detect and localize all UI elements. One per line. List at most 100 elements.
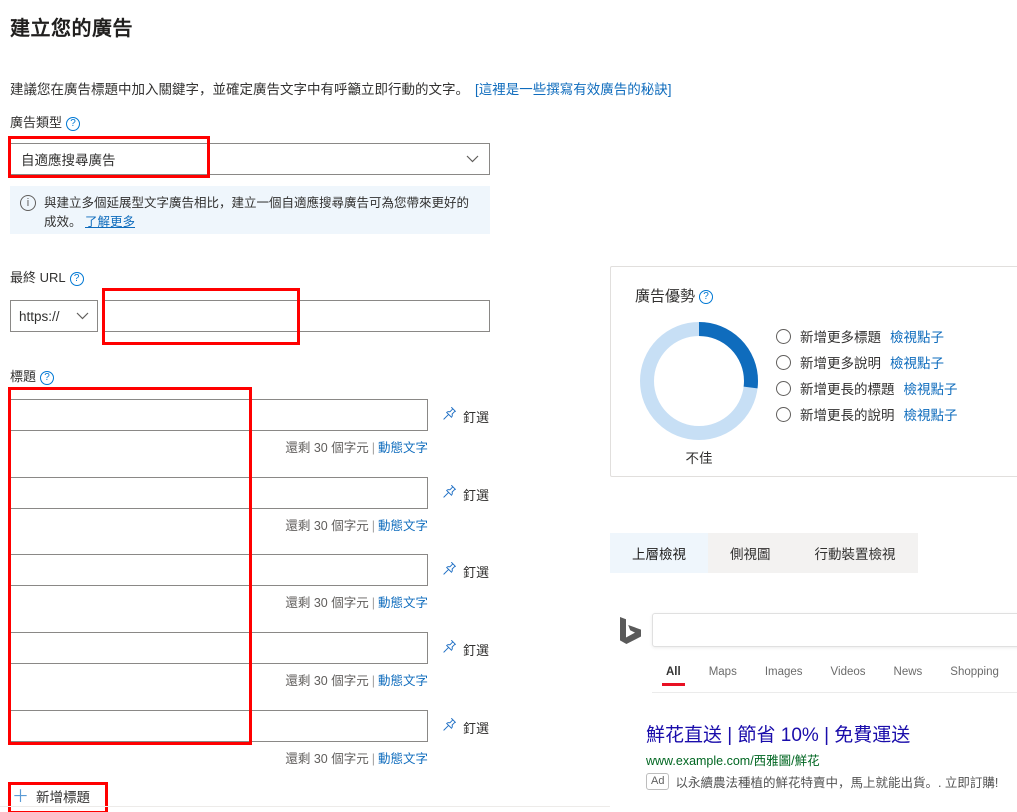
chevron-down-icon <box>76 309 89 323</box>
view-ideas-link[interactable]: 檢視點子 <box>890 352 944 372</box>
info-banner-text-wrap: 與建立多個延展型文字廣告相比，建立一個自適應搜尋廣告可為您帶來更好的成效。 了解… <box>44 194 480 226</box>
char-counter: 還剩 30 個字元 <box>285 674 368 688</box>
final-url-label-text: 最終 URL <box>10 270 66 285</box>
ad-preview-url: www.example.com/西雅圖/鮮花 <box>646 750 820 769</box>
intro-text-row: 建議您在廣告標題中加入關鍵字，並確定廣告文字中有呼籲立即行動的文字。 [這裡是一些… <box>10 78 672 98</box>
url-protocol-value: https:// <box>19 309 60 324</box>
headline-input-5[interactable] <box>10 710 428 742</box>
chevron-down-icon <box>466 152 479 166</box>
intro-text: 建議您在廣告標題中加入關鍵字，並確定廣告文字中有呼籲立即行動的文字。 <box>10 82 469 97</box>
pin-headline-4-button[interactable]: 釘選 <box>442 639 489 659</box>
suggestion-item[interactable]: 新增更長的標題 檢視點子 <box>776 375 958 401</box>
suggestion-item[interactable]: 新增更多標題 檢視點子 <box>776 323 958 349</box>
pin-icon <box>442 561 457 581</box>
pin-icon <box>442 406 457 426</box>
serp-nav-shopping[interactable]: Shopping <box>936 666 1013 686</box>
section-divider <box>0 806 610 807</box>
radio-unchecked-icon[interactable] <box>776 381 791 396</box>
url-protocol-dropdown[interactable]: https:// <box>10 300 98 332</box>
serp-nav-separator: | <box>1013 666 1017 686</box>
ad-creation-page: 建立您的廣告 建議您在廣告標題中加入關鍵字，並確定廣告文字中有呼籲立即行動的文字… <box>0 0 1017 812</box>
pin-headline-5-button[interactable]: 釘選 <box>442 717 489 737</box>
serp-nav-videos[interactable]: Videos <box>817 666 880 686</box>
suggestion-item[interactable]: 新增更多說明 檢視點子 <box>776 349 958 375</box>
headline-meta-3: 還剩 30 個字元|動態文字 <box>285 592 428 611</box>
ad-badge: Ad <box>646 773 669 790</box>
meta-separator: | <box>372 674 375 688</box>
dynamic-text-link[interactable]: 動態文字 <box>378 519 428 533</box>
dynamic-text-link[interactable]: 動態文字 <box>378 752 428 766</box>
pin-headline-1-button[interactable]: 釘選 <box>442 406 489 426</box>
question-mark-icon[interactable]: ? <box>66 117 80 131</box>
serp-nav-images[interactable]: Images <box>751 666 817 686</box>
preview-tab-bar: 上層檢視 側視圖 行動裝置檢視 <box>610 533 918 573</box>
page-title: 建立您的廣告 <box>10 12 133 41</box>
dynamic-text-link[interactable]: 動態文字 <box>378 674 428 688</box>
ad-strength-suggestions: 新增更多標題 檢視點子 新增更多說明 檢視點子 新增更長的標題 檢視點子 新增更… <box>776 323 958 427</box>
ad-preview-description: 以永續農法種植的鮮花特賣中，馬上就能出貨。. 立即訂購! <box>675 772 998 791</box>
suggestion-label: 新增更長的標題 <box>800 378 895 398</box>
headline-meta-5: 還剩 30 個字元 |動態文字 <box>285 748 428 767</box>
view-ideas-link[interactable]: 檢視點子 <box>890 326 944 346</box>
meta-separator: | <box>372 752 375 766</box>
pin-headline-3-button[interactable]: 釘選 <box>442 561 489 581</box>
info-icon: i <box>20 195 36 211</box>
pin-label: 釘選 <box>463 407 489 426</box>
ad-strength-donut-chart <box>635 317 763 445</box>
char-counter: 還剩 30 個字元 <box>285 596 368 610</box>
ad-preview-title[interactable]: 鮮花直送 | 節省 10% | 免費運送 <box>646 720 910 747</box>
pin-label: 釘選 <box>463 718 489 737</box>
tab-top-view[interactable]: 上層檢視 <box>610 533 708 573</box>
headline-input-2[interactable] <box>10 477 428 509</box>
char-counter: 還剩 30 個字元 <box>285 519 368 533</box>
pin-label: 釘選 <box>463 562 489 581</box>
tab-mobile-view[interactable]: 行動裝置檢視 <box>793 533 918 573</box>
dynamic-text-link[interactable]: 動態文字 <box>378 596 428 610</box>
bing-logo-icon <box>618 615 644 645</box>
plus-icon: ＋ <box>12 788 29 805</box>
pin-label: 釘選 <box>463 485 489 504</box>
donut-svg <box>635 317 763 445</box>
radio-unchecked-icon[interactable] <box>776 355 791 370</box>
view-ideas-link[interactable]: 檢視點子 <box>904 404 958 424</box>
serp-nav-all[interactable]: All <box>652 666 695 686</box>
dynamic-text-link[interactable]: 動態文字 <box>378 441 428 455</box>
ad-strength-card: 廣告優勢? 不佳 新增更多標題 檢視點子 新增更多說明 檢視點子 新增更長的標題 <box>610 266 1017 477</box>
headline-input-1[interactable] <box>10 399 428 431</box>
char-counter: 還剩 30 個字元 <box>285 752 368 766</box>
char-counter: 還剩 30 個字元 <box>285 441 368 455</box>
learn-more-link[interactable]: 了解更多 <box>85 215 135 229</box>
serp-nav-tabs: All Maps Images Videos News Shopping | <box>652 666 1017 686</box>
question-mark-icon[interactable]: ? <box>70 272 84 286</box>
headline-input-3[interactable] <box>10 554 428 586</box>
ad-type-dropdown[interactable]: 自適應搜尋廣告 <box>10 143 490 175</box>
final-url-input[interactable] <box>102 300 490 332</box>
ad-strength-rating: 不佳 <box>635 447 763 467</box>
tab-side-view[interactable]: 側視圖 <box>708 533 793 573</box>
ad-writing-tips-link[interactable]: [這裡是一些撰寫有效廣告的秘訣] <box>475 82 672 97</box>
serp-nav-news[interactable]: News <box>880 666 937 686</box>
view-ideas-link[interactable]: 檢視點子 <box>904 378 958 398</box>
serp-nav-maps[interactable]: Maps <box>695 666 751 686</box>
pin-headline-2-button[interactable]: 釘選 <box>442 484 489 504</box>
pin-icon <box>442 639 457 659</box>
ad-strength-title: 廣告優勢? <box>635 285 713 306</box>
serp-search-box[interactable] <box>652 613 1017 647</box>
final-url-label: 最終 URL? <box>10 267 84 286</box>
pin-icon <box>442 484 457 504</box>
add-headline-button[interactable]: ＋ 新增標題 <box>12 786 90 806</box>
headline-meta-4: 還剩 30 個字元 |動態文字 <box>285 670 428 689</box>
pin-label: 釘選 <box>463 640 489 659</box>
meta-separator: | <box>372 519 375 533</box>
question-mark-icon[interactable]: ? <box>699 290 713 304</box>
headlines-label-text: 標題 <box>10 369 36 384</box>
radio-unchecked-icon[interactable] <box>776 329 791 344</box>
ad-type-selected-value: 自適應搜尋廣告 <box>21 149 116 169</box>
headline-input-4[interactable] <box>10 632 428 664</box>
radio-unchecked-icon[interactable] <box>776 407 791 422</box>
question-mark-icon[interactable]: ? <box>40 371 54 385</box>
serp-nav-divider <box>652 692 1017 693</box>
meta-separator: | <box>372 441 375 455</box>
suggestion-item[interactable]: 新增更長的說明 檢視點子 <box>776 401 958 427</box>
ad-type-label-text: 廣告類型 <box>10 115 62 130</box>
